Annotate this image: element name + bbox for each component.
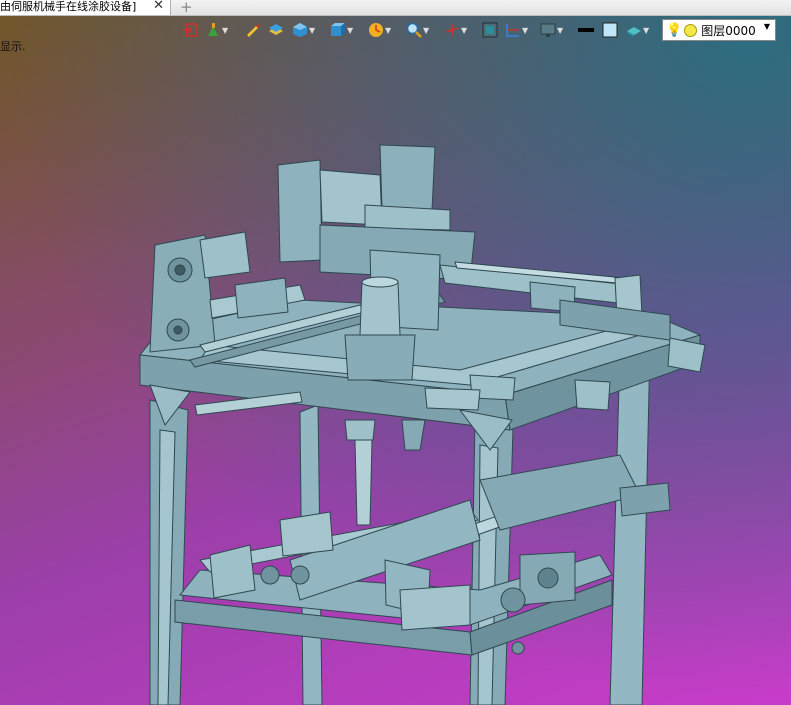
box-layers-icon: [268, 22, 284, 38]
chevron-down-icon: ▼: [309, 25, 316, 35]
plane-icon: [626, 22, 642, 38]
document-tab[interactable]: 由伺服机械手在线涂胶设备] ✕: [0, 0, 171, 15]
exit-icon: [182, 22, 198, 38]
document-tab-title: 由伺服机械手在线涂胶设备]: [0, 0, 137, 13]
status-hint-text: 显示.: [0, 40, 26, 53]
chevron-down-icon: ▼: [557, 25, 564, 35]
close-icon[interactable]: ✕: [153, 0, 164, 13]
exit-button[interactable]: [182, 19, 198, 41]
document-tab-bar: 由伺服机械手在线涂胶设备] ✕ +: [0, 0, 791, 16]
layer-name: 图层0000: [701, 23, 756, 38]
plane-dropdown[interactable]: ▼: [626, 19, 649, 41]
chevron-down-icon: ▼: [643, 25, 650, 35]
layer-color-dot: [684, 23, 698, 37]
lightbulb-icon: 💡: [666, 22, 683, 38]
cube-views-icon: [330, 22, 346, 38]
chevron-down-icon: ▼: [222, 25, 229, 35]
tree-dropdown[interactable]: ▼: [205, 19, 228, 41]
fill-color-swatch: [602, 22, 618, 38]
view-toolbar: ▼ ▼ ▼ ▼ ▼ ▼ ▼ ▼ ▼ 💡 图层0000 ▼: [180, 19, 791, 43]
section-dropdown[interactable]: ▼: [505, 19, 528, 41]
magnifier-icon: [406, 22, 422, 38]
line-color-button[interactable]: [578, 19, 594, 41]
tree-icon: [205, 22, 221, 38]
line-color-swatch: [578, 22, 594, 38]
section-icon: [505, 22, 521, 38]
display-dropdown[interactable]: ▼: [540, 19, 563, 41]
display-icon: [540, 22, 556, 38]
frame-button[interactable]: [482, 19, 498, 41]
coordinate-dropdown[interactable]: ▼: [444, 19, 467, 41]
3d-viewport[interactable]: [0, 0, 791, 705]
chevron-down-icon: ▼: [423, 25, 430, 35]
sketch-button[interactable]: [244, 19, 260, 41]
chevron-down-icon: ▼: [385, 25, 392, 35]
chevron-down-icon: ▼: [347, 25, 354, 35]
cube-icon: [292, 22, 308, 38]
chevron-down-icon: ▼: [461, 25, 468, 35]
layer-select[interactable]: 💡 图层0000 ▼: [662, 19, 776, 41]
axis-icon: [444, 22, 460, 38]
new-tab-button[interactable]: +: [180, 0, 193, 16]
zoom-dropdown[interactable]: ▼: [406, 19, 429, 41]
chevron-down-icon: ▼: [763, 22, 770, 31]
shaded-view-dropdown[interactable]: ▼: [292, 19, 315, 41]
animation-dropdown[interactable]: ▼: [368, 19, 391, 41]
pen-icon: [244, 22, 260, 38]
fill-color-button[interactable]: [602, 19, 618, 41]
chevron-down-icon: ▼: [522, 25, 529, 35]
standard-views-dropdown[interactable]: ▼: [330, 19, 353, 41]
layers-button[interactable]: [268, 19, 284, 41]
machine-model: [139, 144, 706, 705]
clock-icon: [368, 22, 384, 38]
frame-icon: [482, 22, 498, 38]
